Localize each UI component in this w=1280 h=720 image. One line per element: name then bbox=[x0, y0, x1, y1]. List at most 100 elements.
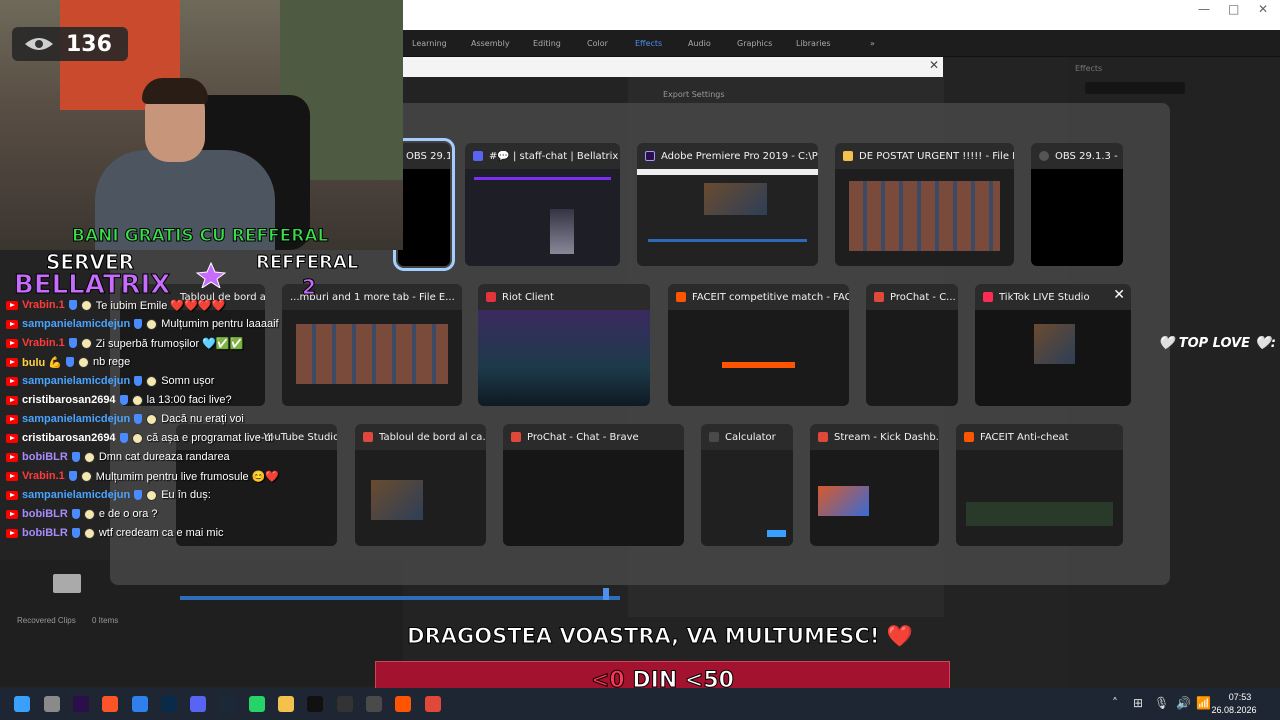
effects-search-input[interactable] bbox=[1085, 82, 1185, 94]
window-tile-premiere[interactable]: Adobe Premiere Pro 2019 - C:\PR... bbox=[637, 143, 818, 266]
member-badge-icon bbox=[146, 413, 158, 425]
export-dialog-header bbox=[403, 57, 943, 77]
brave-icon bbox=[818, 432, 828, 442]
chat-username: Vrabin.1 bbox=[22, 299, 65, 311]
bellatrix-logo-icon bbox=[196, 262, 226, 288]
tiktok-icon[interactable] bbox=[307, 696, 323, 712]
tab-audio[interactable]: Audio bbox=[688, 39, 711, 48]
tab-effects[interactable]: Effects bbox=[635, 39, 662, 48]
window-tile-discord[interactable]: #💬 | staff-chat | Bellatrix R... bbox=[465, 143, 620, 266]
window-tile-file-explorer[interactable]: DE POSTAT URGENT !!!!! - File Ex... bbox=[835, 143, 1014, 266]
obs-icon bbox=[1039, 151, 1049, 161]
tile-title: FACEIT competitive match - FACE... bbox=[692, 291, 849, 303]
window-tile-obs[interactable]: OBS 29.1.3 - bbox=[393, 138, 455, 271]
workspace-bar: Learning Assembly Editing Color Effects … bbox=[403, 30, 1280, 57]
window-tile-file-explorer-2[interactable]: ...mburi and 1 more tab - File E... bbox=[282, 284, 462, 406]
youtube-icon bbox=[6, 395, 18, 405]
tile-title: TikTok LIVE Studio bbox=[999, 291, 1090, 303]
whatsapp-icon[interactable] bbox=[249, 696, 265, 712]
brave-icon[interactable] bbox=[102, 696, 118, 712]
minimize-icon[interactable]: — bbox=[1198, 2, 1210, 16]
chat-message: sampanielamicdejun Dacă nu erați voi bbox=[6, 410, 244, 428]
window-tile-dashboard-2[interactable]: Tabloul de bord al ca... bbox=[355, 424, 486, 546]
youtube-icon bbox=[6, 414, 18, 424]
window-tile-tiktok-live[interactable]: TikTok LIVE Studio ✕ bbox=[975, 284, 1131, 406]
clock-time[interactable]: 07:53 bbox=[1220, 692, 1260, 702]
window-tile-kick-dashboard[interactable]: Stream - Kick Dashb... bbox=[810, 424, 939, 546]
member-shield-icon bbox=[68, 471, 77, 481]
chat-text: Dacă nu erați voi bbox=[161, 413, 244, 425]
member-shield-icon bbox=[119, 433, 128, 443]
chat-message: Vrabin.1 Zi superbă frumoșilor 🩵✅✅ bbox=[6, 334, 243, 352]
window-tile-faceit-match[interactable]: FACEIT competitive match - FACE... bbox=[668, 284, 849, 406]
start-icon[interactable] bbox=[14, 696, 30, 712]
window-tile-faceit-anticheat[interactable]: FACEIT Anti-cheat bbox=[956, 424, 1123, 546]
chat-text: Dmn cat dureaza randarea bbox=[98, 451, 230, 463]
window-tile-prochat[interactable]: ProChat - C... bbox=[866, 284, 958, 406]
member-badge-icon bbox=[80, 299, 92, 311]
tab-graphics[interactable]: Graphics bbox=[737, 39, 772, 48]
tab-color[interactable]: Color bbox=[587, 39, 608, 48]
window-tile-calculator[interactable]: Calculator bbox=[701, 424, 793, 546]
chat-username: sampanielamicdejun bbox=[22, 413, 131, 425]
chat-message: sampanielamicdejun Mulțumim pentru laaaai… bbox=[6, 315, 279, 333]
window-tile-obs-2[interactable]: OBS 29.1.3 - bbox=[1031, 143, 1123, 266]
chat-username: sampanielamicdejun bbox=[22, 318, 131, 330]
calculator-icon[interactable] bbox=[366, 696, 382, 712]
tile-title: Riot Client bbox=[502, 291, 554, 303]
chat-message: sampanielamicdejun Somn ușor bbox=[6, 372, 214, 390]
chat-message: sampanielamicdejun Eu în duș: bbox=[6, 486, 211, 504]
promo-bani-gratis: BANI GRATIS CU REFFERAL bbox=[71, 226, 329, 247]
chat-message: cristibarosan2694 la 13:00 faci live? bbox=[6, 391, 232, 409]
discord-icon[interactable] bbox=[190, 696, 206, 712]
tab-assembly[interactable]: Assembly bbox=[471, 39, 510, 48]
member-badge-icon bbox=[146, 318, 158, 330]
workspace-overflow-icon[interactable]: » bbox=[870, 39, 875, 48]
discord-icon bbox=[473, 151, 483, 161]
chat-text: nb rege bbox=[92, 356, 131, 368]
tile-title: #💬 | staff-chat | Bellatrix R... bbox=[489, 150, 620, 162]
member-badge-icon bbox=[131, 432, 143, 444]
window-close-icon[interactable]: ✕ bbox=[1258, 2, 1268, 16]
tab-libraries[interactable]: Libraries bbox=[796, 39, 831, 48]
member-badge-icon bbox=[83, 527, 95, 539]
brave-icon bbox=[874, 292, 884, 302]
chat-username: Vrabin.1 bbox=[22, 337, 65, 349]
window-tile-prochat-brave[interactable]: ProChat - Chat - Brave bbox=[503, 424, 684, 546]
microphone-icon[interactable]: 🎙 bbox=[1154, 696, 1169, 710]
volume-icon[interactable]: 🔊 bbox=[1176, 696, 1191, 710]
tray-expand-icon[interactable]: ˄ bbox=[1112, 696, 1118, 710]
photoshop-icon[interactable] bbox=[161, 696, 177, 712]
faceit-icon[interactable] bbox=[395, 696, 411, 712]
maximize-icon[interactable]: □ bbox=[1228, 2, 1239, 16]
export-close-icon[interactable]: ✕ bbox=[929, 58, 939, 72]
effects-panel-title: Effects bbox=[1075, 64, 1103, 73]
riot-icon bbox=[486, 292, 496, 302]
chat-username: cristibarosan2694 bbox=[22, 394, 116, 406]
tile-title: DE POSTAT URGENT !!!!! - File Ex... bbox=[859, 150, 1014, 162]
folder-icon[interactable] bbox=[53, 574, 81, 593]
file-manager-icon[interactable] bbox=[44, 696, 60, 712]
tab-editing[interactable]: Editing bbox=[533, 39, 561, 48]
steam-icon[interactable] bbox=[219, 696, 235, 712]
youtube-icon bbox=[6, 338, 18, 348]
member-shield-icon bbox=[134, 490, 143, 500]
clock-date[interactable]: 26.08.2026 bbox=[1208, 705, 1260, 715]
member-shield-icon bbox=[134, 414, 143, 424]
export-range-bar[interactable] bbox=[180, 596, 620, 600]
window-tile-riot-client[interactable]: Riot Client bbox=[478, 284, 650, 406]
prochat-icon[interactable] bbox=[425, 696, 441, 712]
chat-username: bulu 💪 bbox=[22, 356, 62, 369]
folder-icon[interactable] bbox=[278, 696, 294, 712]
youtube-icon bbox=[6, 433, 18, 443]
tiktok-icon bbox=[983, 292, 993, 302]
tile-title: ProChat - Chat - Brave bbox=[527, 431, 639, 443]
obs-icon[interactable] bbox=[337, 696, 353, 712]
faceit-icon bbox=[676, 292, 686, 302]
tab-learning[interactable]: Learning bbox=[412, 39, 447, 48]
vscode-icon[interactable] bbox=[132, 696, 148, 712]
premiere-icon[interactable] bbox=[73, 696, 89, 712]
close-icon[interactable]: ✕ bbox=[1113, 287, 1125, 303]
tray-app-icon[interactable]: ⊞ bbox=[1133, 696, 1143, 710]
playhead-handle[interactable] bbox=[603, 588, 609, 600]
